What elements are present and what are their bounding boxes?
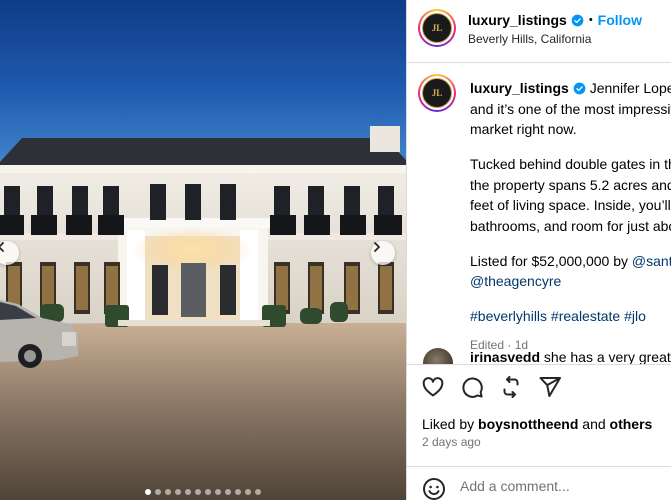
carousel-dot: [195, 489, 201, 495]
author-username[interactable]: luxury_listings: [468, 12, 567, 28]
carousel-dots: [0, 489, 406, 495]
carousel-dot: [205, 489, 211, 495]
hashtag-links[interactable]: #beverlyhills #realestate #jlo: [470, 308, 646, 324]
carousel-dot: [145, 489, 151, 495]
caption-line: feet of living space. Inside, you’ll fin…: [470, 197, 671, 213]
follow-button[interactable]: Follow: [598, 12, 642, 28]
post-side-panel: JL luxury_listings • Follow Beverly Hill…: [406, 0, 671, 500]
carousel-dot: [215, 489, 221, 495]
caption-avatar-monogram: JL: [422, 78, 452, 108]
carousel-dot: [175, 489, 181, 495]
share-icon[interactable]: [538, 375, 562, 399]
comment-text: she has a very great taste: [543, 349, 671, 364]
heart-icon[interactable]: [421, 375, 445, 399]
liked-by-user[interactable]: boysnottheend: [478, 416, 578, 432]
mention-link[interactable]: @santiagoarana: [632, 253, 671, 269]
avatar-monogram: JL: [422, 13, 452, 43]
caption-line: bathrooms, and room for just about anyth…: [470, 217, 671, 234]
caption-username[interactable]: luxury_listings: [470, 80, 569, 96]
mention-link[interactable]: @theagencyre: [470, 273, 561, 289]
post-time[interactable]: 2 days ago: [422, 435, 481, 449]
caption-line: the property spans 5.2 acres and offers …: [470, 176, 671, 193]
liked-by-prefix: Liked by: [422, 416, 479, 432]
chevron-left-icon: [0, 242, 4, 252]
caption-text: luxury_listings Jennifer Lopez is sellin…: [470, 78, 671, 358]
add-comment-bar: [407, 466, 671, 500]
liked-by: Liked by boysnottheend and others: [422, 416, 652, 432]
header-separator: •: [588, 14, 593, 26]
carousel-dot: [185, 489, 191, 495]
emoji-icon[interactable]: [422, 477, 446, 500]
avatar[interactable]: JL: [418, 9, 456, 47]
comment-icon[interactable]: [460, 375, 484, 399]
liked-by-and: and: [578, 416, 610, 432]
next-image-button[interactable]: [371, 241, 395, 265]
add-comment-input[interactable]: [460, 478, 660, 494]
post-actions: Liked by boysnottheend and others 2 days…: [407, 364, 671, 500]
carousel-dot: [165, 489, 171, 495]
post-photo[interactable]: [0, 0, 406, 500]
caption-area: JL luxury_listings Jennifer Lopez is sel…: [407, 64, 671, 358]
verified-badge-icon: [573, 82, 586, 95]
caption-line: Tucked behind double gates in the flats …: [470, 156, 671, 172]
carousel-dot: [255, 489, 261, 495]
caption-line: Jennifer Lopez is selling her Beverly Hi…: [589, 80, 671, 96]
carousel-dot: [235, 489, 241, 495]
commenter-avatar[interactable]: [423, 348, 453, 364]
caption-line: market right now.: [470, 121, 577, 137]
liked-by-others[interactable]: others: [610, 416, 653, 432]
mansion-photo: [0, 126, 406, 500]
post-location[interactable]: Beverly Hills, California: [468, 32, 591, 46]
repost-icon[interactable]: [499, 375, 523, 399]
carousel-dot: [155, 489, 161, 495]
caption-line: Listed for $52,000,000 by: [470, 252, 632, 269]
carousel-dot: [245, 489, 251, 495]
caption-avatar[interactable]: JL: [418, 74, 456, 112]
post-header: JL luxury_listings • Follow Beverly Hill…: [407, 0, 671, 63]
carousel-dot: [225, 489, 231, 495]
chevron-right-icon: [374, 242, 380, 252]
verified-badge-icon: [571, 14, 584, 26]
commenter-username[interactable]: irinasvedd: [470, 349, 540, 364]
caption-line: and it’s one of the most impressive home…: [470, 100, 671, 117]
comment-row: irinasvedd she has a very great taste: [407, 346, 671, 364]
